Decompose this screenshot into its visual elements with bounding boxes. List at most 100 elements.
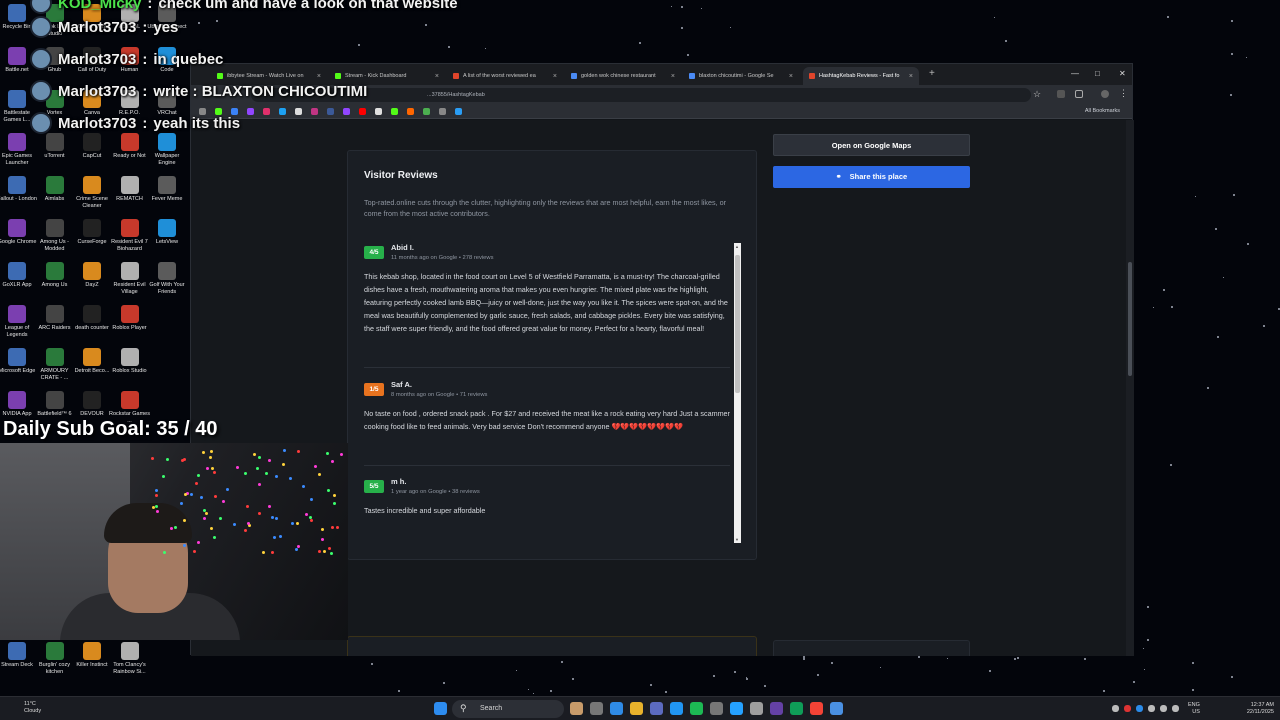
- desktop-icon[interactable]: Roblox Player: [109, 305, 151, 332]
- desktop-icon[interactable]: NVIDIA App: [0, 391, 38, 418]
- bookmark-icon[interactable]: [391, 108, 398, 115]
- taskbar-app-icon[interactable]: [730, 702, 743, 715]
- desktop-icon[interactable]: Battlefield™ 6: [34, 391, 76, 418]
- close-window-icon[interactable]: ✕: [1119, 69, 1126, 78]
- desktop-icon[interactable]: CapCut: [71, 133, 113, 160]
- desktop-icon[interactable]: Tom Clancy's Rainbow Si...: [109, 642, 151, 675]
- all-bookmarks-button[interactable]: All Bookmarks: [1085, 108, 1120, 114]
- desktop-icon[interactable]: Epic Games Launcher: [0, 133, 38, 166]
- taskbar-search[interactable]: ⚲ Search: [452, 700, 564, 718]
- desktop-icon[interactable]: Burglin' cozy kitchen: [34, 642, 76, 675]
- desktop-icon[interactable]: Microsoft Edge: [0, 348, 38, 375]
- new-tab-button[interactable]: +: [929, 68, 935, 79]
- review-list[interactable]: 4/5 Abid I. 11 months ago on Google • 27…: [364, 243, 742, 543]
- url-field[interactable]: ...37855/HashtagKebab: [251, 88, 1031, 102]
- desktop-icon[interactable]: GoXLR App: [0, 262, 38, 289]
- desktop-icon[interactable]: death counter: [71, 305, 113, 332]
- desktop-icon[interactable]: Wallpaper Engine: [146, 133, 188, 166]
- open-google-maps-button[interactable]: Open on Google Maps: [773, 134, 970, 156]
- taskbar-app-icon[interactable]: [610, 702, 623, 715]
- desktop-icon[interactable]: Among Us: [34, 262, 76, 289]
- desktop-icon[interactable]: DayZ: [71, 262, 113, 289]
- scroll-up-icon[interactable]: ▲: [735, 244, 739, 249]
- tab-close-icon[interactable]: ×: [435, 73, 439, 80]
- bookmark-icon[interactable]: [279, 108, 286, 115]
- scrollbar-thumb[interactable]: [735, 255, 740, 393]
- star-bookmark-icon[interactable]: ☆: [1033, 89, 1041, 100]
- tab-close-icon[interactable]: ×: [909, 73, 913, 80]
- desktop-icon[interactable]: Resident Evil Village: [109, 262, 151, 295]
- review-list-scrollbar[interactable]: ▲ ▼: [734, 243, 741, 543]
- bookmark-icon[interactable]: [423, 108, 430, 115]
- tray-icon[interactable]: [1148, 705, 1155, 712]
- browser-tab[interactable]: golden wok chinese restaurant ×: [565, 67, 681, 85]
- share-place-button[interactable]: ⚭ Share this place: [773, 166, 970, 188]
- tray-icon[interactable]: [1160, 705, 1167, 712]
- tray-icon[interactable]: [1136, 705, 1143, 712]
- taskbar-app-icon[interactable]: [710, 702, 723, 715]
- page-scrollbar[interactable]: [1126, 120, 1134, 656]
- browser-menu-icon[interactable]: ⋮: [1119, 88, 1128, 99]
- bookmark-icon[interactable]: [455, 108, 462, 115]
- desktop-icon[interactable]: Google Chrome: [0, 219, 38, 246]
- taskbar-app-icon[interactable]: [810, 702, 823, 715]
- desktop-icon[interactable]: ARMOURY CRATE - ...: [34, 348, 76, 381]
- bookmark-icon[interactable]: [407, 108, 414, 115]
- bookmark-icon[interactable]: [359, 108, 366, 115]
- minimize-icon[interactable]: —: [1071, 69, 1079, 78]
- tab-close-icon[interactable]: ×: [789, 73, 793, 80]
- tab-close-icon[interactable]: ×: [671, 73, 675, 80]
- extensions-menu-icon[interactable]: [1075, 90, 1083, 98]
- bookmark-icon[interactable]: [327, 108, 334, 115]
- desktop-icon[interactable]: Resident Evil 7 Biohazard: [109, 219, 151, 252]
- taskbar-app-icon[interactable]: [790, 702, 803, 715]
- bookmark-icon[interactable]: [439, 108, 446, 115]
- desktop-icon[interactable]: ARC Raiders: [34, 305, 76, 332]
- desktop-icon[interactable]: Crime Scene Cleaner: [71, 176, 113, 209]
- desktop-icon[interactable]: Aimlabs: [34, 176, 76, 203]
- taskbar-app-icon[interactable]: [590, 702, 603, 715]
- taskbar-app-icon[interactable]: [830, 702, 843, 715]
- desktop-icon[interactable]: REMATCH: [109, 176, 151, 203]
- taskbar-app-icon[interactable]: [650, 702, 663, 715]
- desktop-icon[interactable]: Among Us - Modded: [34, 219, 76, 252]
- desktop-icon[interactable]: DEVOUR: [71, 391, 113, 418]
- desktop-icon[interactable]: Roblox Studio: [109, 348, 151, 375]
- desktop-icon[interactable]: Golf With Your Friends: [146, 262, 188, 295]
- bookmark-icon[interactable]: [375, 108, 382, 115]
- taskbar-app-icon[interactable]: [670, 702, 683, 715]
- page-scrollbar-thumb[interactable]: [1128, 262, 1132, 376]
- bookmark-icon[interactable]: [295, 108, 302, 115]
- desktop-icon[interactable]: uTorrent: [34, 133, 76, 160]
- taskbar-app-icon[interactable]: [750, 702, 763, 715]
- bookmark-icon[interactable]: [343, 108, 350, 115]
- start-icon[interactable]: [434, 702, 447, 715]
- desktop-icon[interactable]: League of Legends: [0, 305, 38, 338]
- desktop-icon[interactable]: Fallout - London: [0, 176, 38, 203]
- extension-icon[interactable]: [1057, 90, 1065, 98]
- taskbar-app-icon[interactable]: [630, 702, 643, 715]
- desktop-icon[interactable]: Killer Instinct: [71, 642, 113, 669]
- tray-icon[interactable]: [1112, 705, 1119, 712]
- desktop-icon[interactable]: Detroit Beco...: [71, 348, 113, 375]
- tray-icon[interactable]: [1124, 705, 1131, 712]
- bookmark-icon[interactable]: [311, 108, 318, 115]
- profile-avatar-icon[interactable]: [1101, 90, 1109, 98]
- browser-tab[interactable]: blaxton chicoutimi - Google Se ×: [683, 67, 799, 85]
- browser-tab[interactable]: A list of the worst reviewed ea ×: [447, 67, 563, 85]
- desktop-icon[interactable]: CurseForge: [71, 219, 113, 246]
- scroll-down-icon[interactable]: ▼: [735, 537, 739, 542]
- taskbar-app-icon[interactable]: [770, 702, 783, 715]
- bookmark-icon[interactable]: [263, 108, 270, 115]
- desktop-icon[interactable]: LetsView: [146, 219, 188, 246]
- taskbar-app-icon[interactable]: [570, 702, 583, 715]
- weather-widget[interactable]: 11°C Cloudy: [24, 701, 41, 714]
- maximize-icon[interactable]: □: [1095, 69, 1100, 78]
- tab-close-icon[interactable]: ×: [553, 73, 557, 80]
- browser-tab[interactable]: HashtagKebab Reviews - Fast fo ×: [803, 67, 919, 85]
- tab-close-icon[interactable]: ×: [317, 73, 321, 80]
- desktop-icon[interactable]: Fever Meme: [146, 176, 188, 203]
- clock[interactable]: 12:37 AM 22/11/2025: [1234, 702, 1274, 715]
- bookmark-icon[interactable]: [247, 108, 254, 115]
- desktop-icon[interactable]: Ready or Not: [109, 133, 151, 160]
